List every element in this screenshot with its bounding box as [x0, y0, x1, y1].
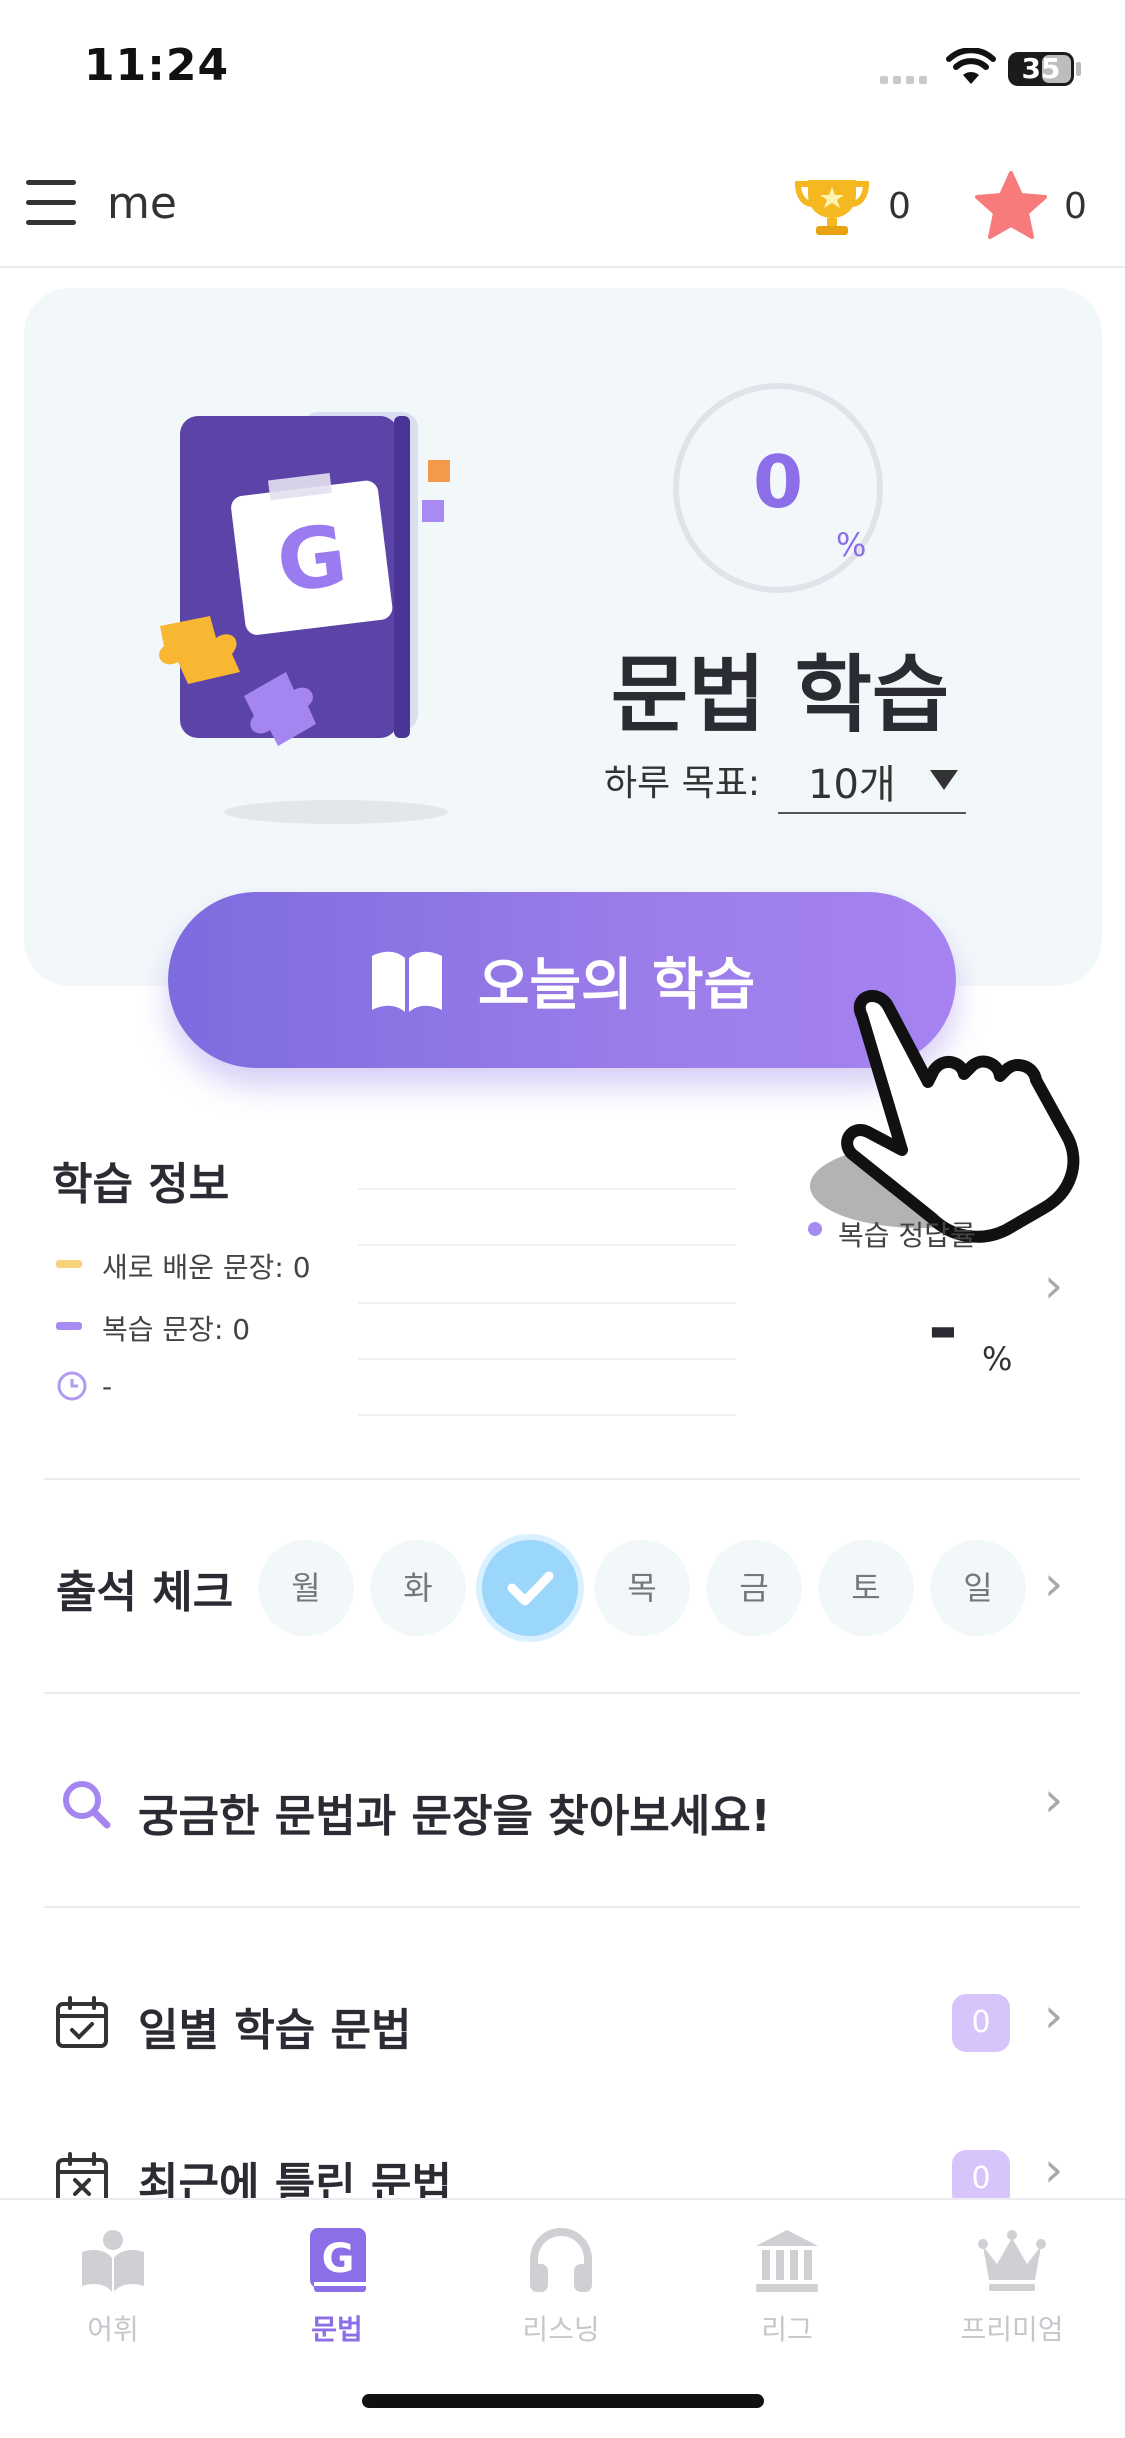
- tab-premium-label: 프리미엄: [960, 2313, 1064, 2346]
- status-time: 11:24: [84, 40, 230, 91]
- tab-grammar-label: 문법: [311, 2313, 363, 2346]
- search-chevron-right-icon[interactable]: ›: [1044, 1772, 1063, 1828]
- daily-goal-value[interactable]: 10개: [808, 752, 896, 810]
- tap-hand-icon: [810, 990, 1080, 1243]
- tab-vocabulary-label: 어휘: [87, 2313, 139, 2346]
- battery-cap: [1076, 62, 1081, 76]
- attendance-chevron-right-icon[interactable]: ›: [1044, 1556, 1063, 1612]
- new-sentences-text: 새로 배운 문장: 0: [102, 1251, 311, 1284]
- dropdown-arrow-icon[interactable]: [930, 770, 958, 790]
- review-accuracy-dot: [808, 1222, 822, 1236]
- legend-review-sentences: 복습 문장: 0: [56, 1308, 250, 1348]
- divider: [44, 1478, 1080, 1480]
- username[interactable]: me: [107, 178, 177, 229]
- grammar-icon: G: [310, 2228, 366, 2292]
- attendance-day-mon[interactable]: 월: [258, 1540, 354, 1636]
- chart-gridline: [358, 1358, 736, 1360]
- crown-icon: [978, 2230, 1046, 2291]
- attendance-day-sat[interactable]: 토: [818, 1540, 914, 1636]
- trophy-icon[interactable]: [794, 174, 870, 238]
- home-indicator: [362, 2394, 764, 2408]
- attendance-day-wed-checked[interactable]: [482, 1540, 578, 1636]
- attendance-title: 출석 체크: [56, 1567, 234, 1618]
- svg-text:G: G: [322, 2236, 355, 2282]
- attendance-day-thu[interactable]: 목: [594, 1540, 690, 1636]
- daily-grammar-count-badge: 0: [952, 1994, 1010, 2052]
- star-icon[interactable]: [974, 170, 1048, 240]
- headphones-icon: [530, 2227, 592, 2292]
- tab-premium[interactable]: 프리미엄: [937, 2226, 1087, 2348]
- check-icon: [507, 1571, 554, 1606]
- daily-grammar-label[interactable]: 일별 학습 문법: [138, 1994, 412, 2058]
- chart-gridline: [358, 1302, 736, 1304]
- chart-gridline: [358, 1188, 736, 1190]
- study-time-text: -: [102, 1370, 113, 1403]
- tab-league-label: 리그: [761, 2313, 813, 2346]
- recent-wrong-chevron-right-icon[interactable]: ›: [1044, 2142, 1063, 2198]
- progress-unit: %: [836, 526, 867, 564]
- legend-swatch-yellow: [56, 1260, 82, 1268]
- clock-icon: [57, 1371, 87, 1401]
- tab-listening-label: 리스닝: [522, 2313, 600, 2346]
- daily-grammar-chevron-right-icon[interactable]: ›: [1044, 1988, 1063, 2044]
- attendance-day-sun[interactable]: 일: [930, 1540, 1026, 1636]
- attendance-day-tue[interactable]: 화: [370, 1540, 466, 1636]
- league-icon: [756, 2230, 818, 2292]
- grammar-book-illustration: G: [159, 412, 450, 824]
- review-sentences-text: 복습 문장: 0: [102, 1313, 251, 1346]
- cellular-signal-icon: [880, 76, 927, 84]
- wifi-icon: [946, 48, 996, 84]
- battery-level: 35: [1021, 52, 1061, 85]
- tab-vocabulary[interactable]: 어휘: [38, 2226, 188, 2348]
- tab-listening[interactable]: 리스닝: [486, 2226, 636, 2348]
- chart-gridline: [358, 1244, 736, 1246]
- review-accuracy-label: 복습 정답률: [838, 1219, 976, 1252]
- divider: [44, 1906, 1080, 1908]
- hero-title: 문법 학습: [610, 646, 950, 744]
- start-today-label[interactable]: 오늘의 학습: [478, 940, 755, 1021]
- chart-gridline: [358, 1414, 736, 1416]
- battery-icon: 35: [1008, 52, 1074, 86]
- star-count: 0: [1064, 186, 1087, 227]
- vocabulary-icon: [82, 2230, 144, 2292]
- progress-value: 0: [752, 440, 804, 524]
- daily-goal-label: 하루 목표:: [604, 763, 761, 804]
- legend-new-sentences: 새로 배운 문장: 0: [56, 1246, 311, 1286]
- legend-swatch-purple: [56, 1322, 82, 1330]
- search-icon[interactable]: [60, 1778, 112, 1830]
- divider: [44, 1692, 1080, 1694]
- info-chevron-right-icon[interactable]: ›: [1044, 1258, 1063, 1314]
- hamburger-menu-icon[interactable]: [26, 180, 76, 226]
- search-prompt[interactable]: 궁금한 문법과 문장을 찾아보세요!: [138, 1780, 771, 1844]
- legend-time: -: [56, 1370, 112, 1403]
- open-book-icon: [372, 951, 442, 1012]
- attendance-day-fri[interactable]: 금: [706, 1540, 802, 1636]
- tab-league[interactable]: 리그: [712, 2226, 862, 2348]
- tab-grammar[interactable]: G 문법: [262, 2226, 412, 2348]
- review-accuracy-unit: %: [982, 1340, 1013, 1378]
- learning-info-title: 학습 정보: [52, 1159, 230, 1210]
- calendar-check-icon: [56, 1996, 108, 2048]
- book-letter: G: [272, 506, 352, 612]
- trophy-count: 0: [888, 186, 911, 227]
- review-accuracy-value: -: [928, 1286, 958, 1370]
